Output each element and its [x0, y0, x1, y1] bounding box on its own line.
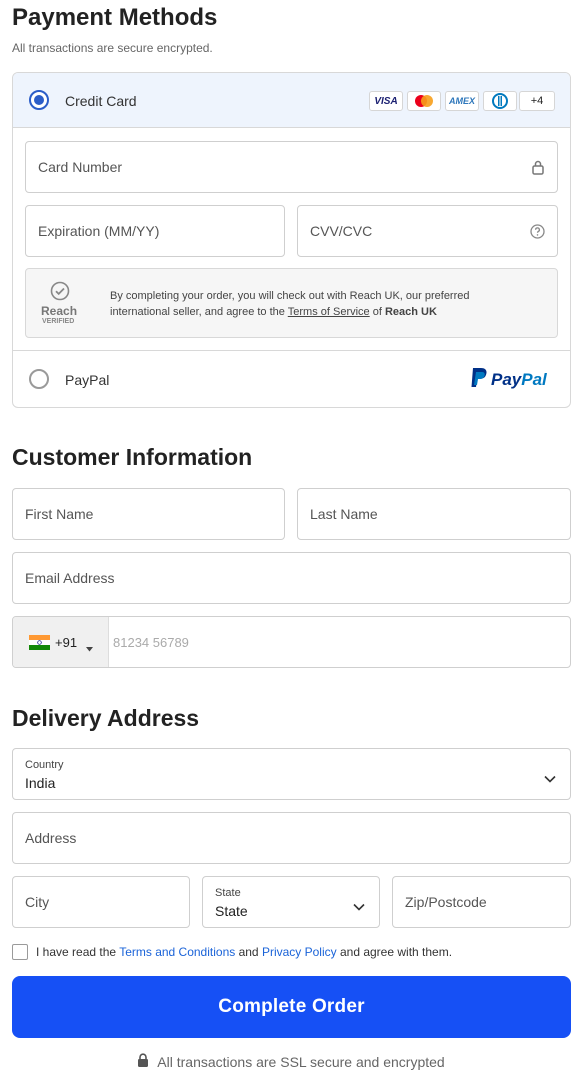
expiration-field[interactable]: Expiration (MM/YY) [25, 205, 285, 257]
lock-icon [531, 159, 545, 180]
reach-notice-text: By completing your order, you will check… [110, 288, 530, 320]
last-name-field[interactable]: Last Name [297, 488, 571, 540]
complete-order-button[interactable]: Complete Order [12, 976, 571, 1038]
expiration-placeholder: Expiration (MM/YY) [38, 223, 160, 239]
paypal-logo-pay: Pay [491, 370, 522, 389]
payment-title: Payment Methods [12, 4, 218, 31]
reach-text-of: of [369, 306, 385, 318]
delivery-address-title: Delivery Address [12, 705, 200, 731]
payment-methods-box: Credit Card VISA AMEX +4 Card Number Exp… [12, 72, 571, 408]
chevron-down-icon [544, 770, 556, 788]
card-number-field[interactable]: Card Number [25, 141, 558, 193]
terms-text: I have read the Terms and Conditions and… [36, 945, 452, 959]
diners-club-icon [483, 91, 517, 111]
cvv-placeholder: CVV/CVC [310, 223, 373, 239]
agree-terms-checkbox[interactable] [12, 944, 28, 960]
cvv-field[interactable]: CVV/CVC [297, 205, 558, 257]
terms-prefix: I have read the [36, 945, 120, 959]
security-footer: All transactions are SSL secure and encr… [0, 1053, 582, 1070]
credit-card-label: Credit Card [65, 93, 137, 109]
city-field[interactable]: City [12, 876, 190, 928]
credit-card-radio[interactable] [29, 90, 49, 110]
card-number-placeholder: Card Number [38, 159, 123, 175]
terms-and: and [235, 945, 262, 959]
email-field[interactable]: Email Address [12, 552, 571, 604]
first-name-placeholder: First Name [25, 506, 94, 522]
first-name-field[interactable]: First Name [12, 488, 285, 540]
state-value: State [215, 903, 248, 919]
zip-field[interactable]: Zip/Postcode [392, 876, 571, 928]
country-select[interactable]: Country India [12, 748, 571, 800]
paypal-logo-icon [469, 367, 489, 394]
more-brands-badge: +4 [519, 91, 555, 111]
reach-notice: Reach VERIFIED By completing your order,… [25, 268, 558, 338]
last-name-placeholder: Last Name [310, 506, 378, 522]
terms-suffix: and agree with them. [336, 945, 453, 959]
paypal-logo-text: PayPal [491, 370, 547, 390]
address-field[interactable]: Address [12, 812, 571, 864]
help-icon[interactable] [530, 224, 545, 244]
credit-card-option[interactable]: Credit Card VISA AMEX +4 [13, 73, 570, 128]
email-placeholder: Email Address [25, 570, 115, 586]
city-placeholder: City [25, 894, 50, 910]
amex-icon: AMEX [445, 91, 479, 111]
padlock-icon [137, 1053, 149, 1070]
paypal-label: PayPal [65, 372, 110, 388]
state-label: State [215, 887, 241, 899]
caret-down-icon [86, 639, 93, 657]
state-select[interactable]: State State [202, 876, 380, 928]
privacy-policy-link[interactable]: Privacy Policy [262, 945, 337, 959]
india-flag-icon [29, 635, 50, 655]
country-value: India [25, 775, 56, 791]
terms-of-service-link[interactable]: Terms of Service [288, 306, 370, 318]
chevron-down-icon [353, 898, 365, 916]
country-label: Country [25, 759, 64, 771]
terms-and-conditions-link[interactable]: Terms and Conditions [119, 945, 235, 959]
phone-code: +91 [55, 635, 78, 650]
phone-field[interactable]: +91 81234 56789 [12, 616, 571, 668]
paypal-option[interactable]: PayPal PayPal [13, 351, 570, 407]
reach-logo-sub: VERIFIED [42, 318, 75, 325]
address-placeholder: Address [25, 830, 77, 846]
zip-placeholder: Zip/Postcode [405, 894, 487, 910]
payment-subtitle: All transactions are secure encrypted. [12, 41, 213, 55]
footer-text: All transactions are SSL secure and encr… [157, 1053, 445, 1070]
reach-company: Reach UK [384, 306, 437, 318]
visa-icon: VISA [369, 91, 403, 111]
paypal-radio[interactable] [29, 369, 49, 389]
mastercard-icon [407, 91, 441, 111]
phone-placeholder: 81234 56789 [113, 635, 189, 650]
reach-logo-word: Reach [41, 304, 78, 318]
verified-check-icon [50, 281, 70, 306]
country-code-selector[interactable]: +91 [13, 617, 109, 667]
paypal-logo-pal: Pal [521, 370, 547, 389]
customer-info-title: Customer Information [12, 444, 253, 470]
